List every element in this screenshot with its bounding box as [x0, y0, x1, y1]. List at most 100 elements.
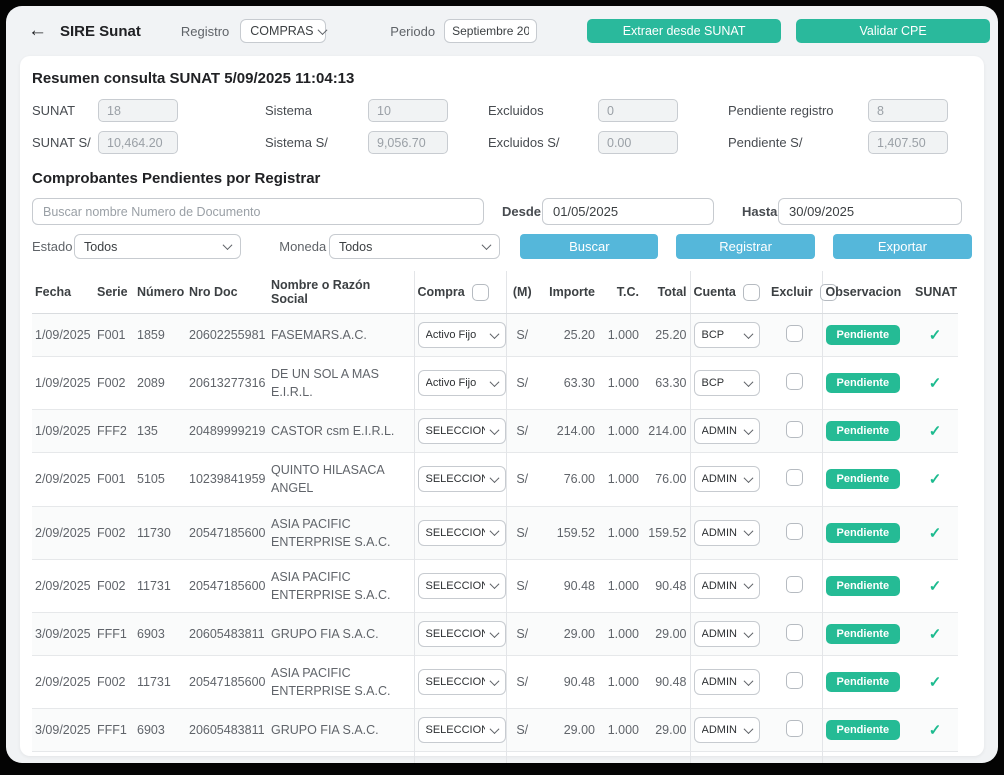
cuenta-select[interactable]: BCP	[694, 370, 760, 396]
cuenta-select[interactable]: ADMIN	[694, 520, 760, 546]
excluir-checkbox[interactable]	[786, 720, 803, 737]
excluir-checkbox[interactable]	[786, 373, 803, 390]
excluir-checkbox[interactable]	[786, 576, 803, 593]
pendiente-registro-field	[868, 99, 948, 122]
table-row: 1/09/2025 FFF2 135 20489999219 CASTOR cs…	[32, 410, 958, 453]
cuenta-select[interactable]: ADMIN	[694, 669, 760, 695]
cell-observacion: Pendiente	[822, 357, 912, 410]
compra-select[interactable]: SELECCIONA	[418, 573, 506, 599]
estado-select[interactable]: Todos	[74, 234, 241, 259]
chevron-down-icon	[743, 473, 753, 483]
cuenta-select[interactable]: ADMIN	[694, 621, 760, 647]
moneda-select[interactable]: Todos	[329, 234, 500, 259]
cell-total: 76.00	[642, 453, 690, 506]
excluidos-amount-field	[598, 131, 678, 154]
cell-serie: F002	[94, 357, 134, 410]
excluir-checkbox[interactable]	[786, 469, 803, 486]
header-moneda: (M)	[506, 271, 538, 314]
cell-excluir	[768, 506, 822, 559]
table-row: 2/09/2025 F001 5105 10239841959 QUINTO H…	[32, 453, 958, 506]
compra-select-value: SELECCIONA	[426, 628, 485, 640]
cell-importe: 29.00	[538, 709, 598, 752]
compra-select[interactable]: SELECCIONA	[418, 418, 506, 444]
sistema-count-label: Sistema	[265, 103, 368, 118]
header-numero: Número	[134, 271, 186, 314]
back-arrow-icon[interactable]: ←	[28, 20, 48, 42]
registro-select-value: COMPRAS	[250, 24, 313, 38]
cell-sunat: ✓	[912, 559, 958, 612]
cell-sunat: ✓	[912, 506, 958, 559]
cuenta-select[interactable]: ADMIN	[694, 418, 760, 444]
cuenta-select[interactable]: ADMIN	[694, 573, 760, 599]
compra-select[interactable]: SELECCIONA	[418, 520, 506, 546]
chevron-down-icon	[489, 425, 499, 435]
header-compra-label: Compra	[418, 285, 465, 299]
hasta-label: Hasta	[742, 204, 778, 219]
cell-nombre: GRUPO FIA S.A.C.	[268, 709, 414, 752]
cell-sunat: ✓	[912, 410, 958, 453]
registrar-button[interactable]: Registrar	[676, 234, 814, 259]
periodo-input[interactable]	[444, 19, 537, 43]
cell-total: 29.00	[642, 709, 690, 752]
compra-select[interactable]: SELECCIONA	[418, 621, 506, 647]
cell-nro-doc: 20547185600	[186, 752, 268, 763]
compra-select[interactable]: Activo Fijo	[418, 322, 506, 348]
sunat-amount-label: SUNAT S/	[32, 135, 98, 150]
table-row: 2/09/2025 F002 11731 20547185600 ASIA PA…	[32, 559, 958, 612]
table-row: 1/09/2025 F001 1859 20602255981 FASEMARS…	[32, 314, 958, 357]
header-cuenta: Cuenta	[690, 271, 768, 314]
desde-date-input[interactable]	[542, 198, 714, 225]
cell-cuenta: BCP	[690, 357, 768, 410]
buscar-button[interactable]: Buscar	[520, 234, 658, 259]
cell-nombre: ASIA PACIFIC ENTERPRISE S.A.C.	[268, 752, 414, 763]
excluidos-count-label: Excluidos	[488, 103, 598, 118]
compra-select[interactable]: SELECCIONA	[418, 466, 506, 492]
hasta-date-input[interactable]	[778, 198, 962, 225]
search-input[interactable]	[32, 198, 484, 225]
cell-moneda: S/	[506, 613, 538, 656]
cell-numero: 1859	[134, 314, 186, 357]
cell-fecha: 1/09/2025	[32, 357, 94, 410]
excluir-checkbox[interactable]	[786, 523, 803, 540]
nombre-text: ASIA PACIFIC ENTERPRISE S.A.C.	[271, 664, 411, 700]
cuenta-select-all-checkbox[interactable]	[743, 284, 760, 301]
cell-excluir	[768, 559, 822, 612]
sistema-count-field	[368, 99, 448, 122]
exportar-button[interactable]: Exportar	[833, 234, 972, 259]
nombre-text: DE UN SOL A MAS E.I.R.L.	[271, 365, 411, 401]
cell-compra: SELECCIONA	[414, 506, 506, 559]
cell-compra: Activo Fijo	[414, 357, 506, 410]
compra-select-value: SELECCIONA	[426, 676, 485, 688]
cell-excluir	[768, 656, 822, 709]
cell-sunat: ✓	[912, 656, 958, 709]
cell-importe: 25.20	[538, 314, 598, 357]
extract-sunat-button[interactable]: Extraer desde SUNAT	[587, 19, 781, 43]
cell-cuenta: ADMIN	[690, 559, 768, 612]
cuenta-select[interactable]: BCP	[694, 322, 760, 348]
excluir-checkbox[interactable]	[786, 421, 803, 438]
cell-serie: FFF1	[94, 613, 134, 656]
cell-tc: 1.000	[598, 453, 642, 506]
compra-select-value: Activo Fijo	[426, 329, 477, 341]
cell-cuenta: ADMIN	[690, 453, 768, 506]
table-row: 2/09/2025 F002 11730 20547185600 ASIA PA…	[32, 506, 958, 559]
compra-select[interactable]: Activo Fijo	[418, 370, 506, 396]
excluir-checkbox[interactable]	[786, 624, 803, 641]
cell-tc: 1.000	[598, 506, 642, 559]
cell-cuenta: ADMIN	[690, 410, 768, 453]
compra-select-all-checkbox[interactable]	[472, 284, 489, 301]
cell-importe: 159.52	[538, 506, 598, 559]
validate-cpe-button[interactable]: Validar CPE	[796, 19, 990, 43]
pending-section-title: Comprobantes Pendientes por Registrar	[32, 170, 972, 187]
cell-tc: 1.000	[598, 410, 642, 453]
excluir-checkbox[interactable]	[786, 672, 803, 689]
cuenta-select[interactable]: ADMIN	[694, 717, 760, 743]
nombre-text: ASIA PACIFIC ENTERPRISE S.A.C.	[271, 568, 411, 604]
excluir-checkbox[interactable]	[786, 325, 803, 342]
cell-numero: 5105	[134, 453, 186, 506]
registro-select[interactable]: COMPRAS	[240, 19, 326, 43]
cuenta-select[interactable]: ADMIN	[694, 466, 760, 492]
compra-select[interactable]: SELECCIONA	[418, 669, 506, 695]
moneda-label: Moneda	[279, 239, 327, 254]
compra-select[interactable]: SELECCIONA	[418, 717, 506, 743]
